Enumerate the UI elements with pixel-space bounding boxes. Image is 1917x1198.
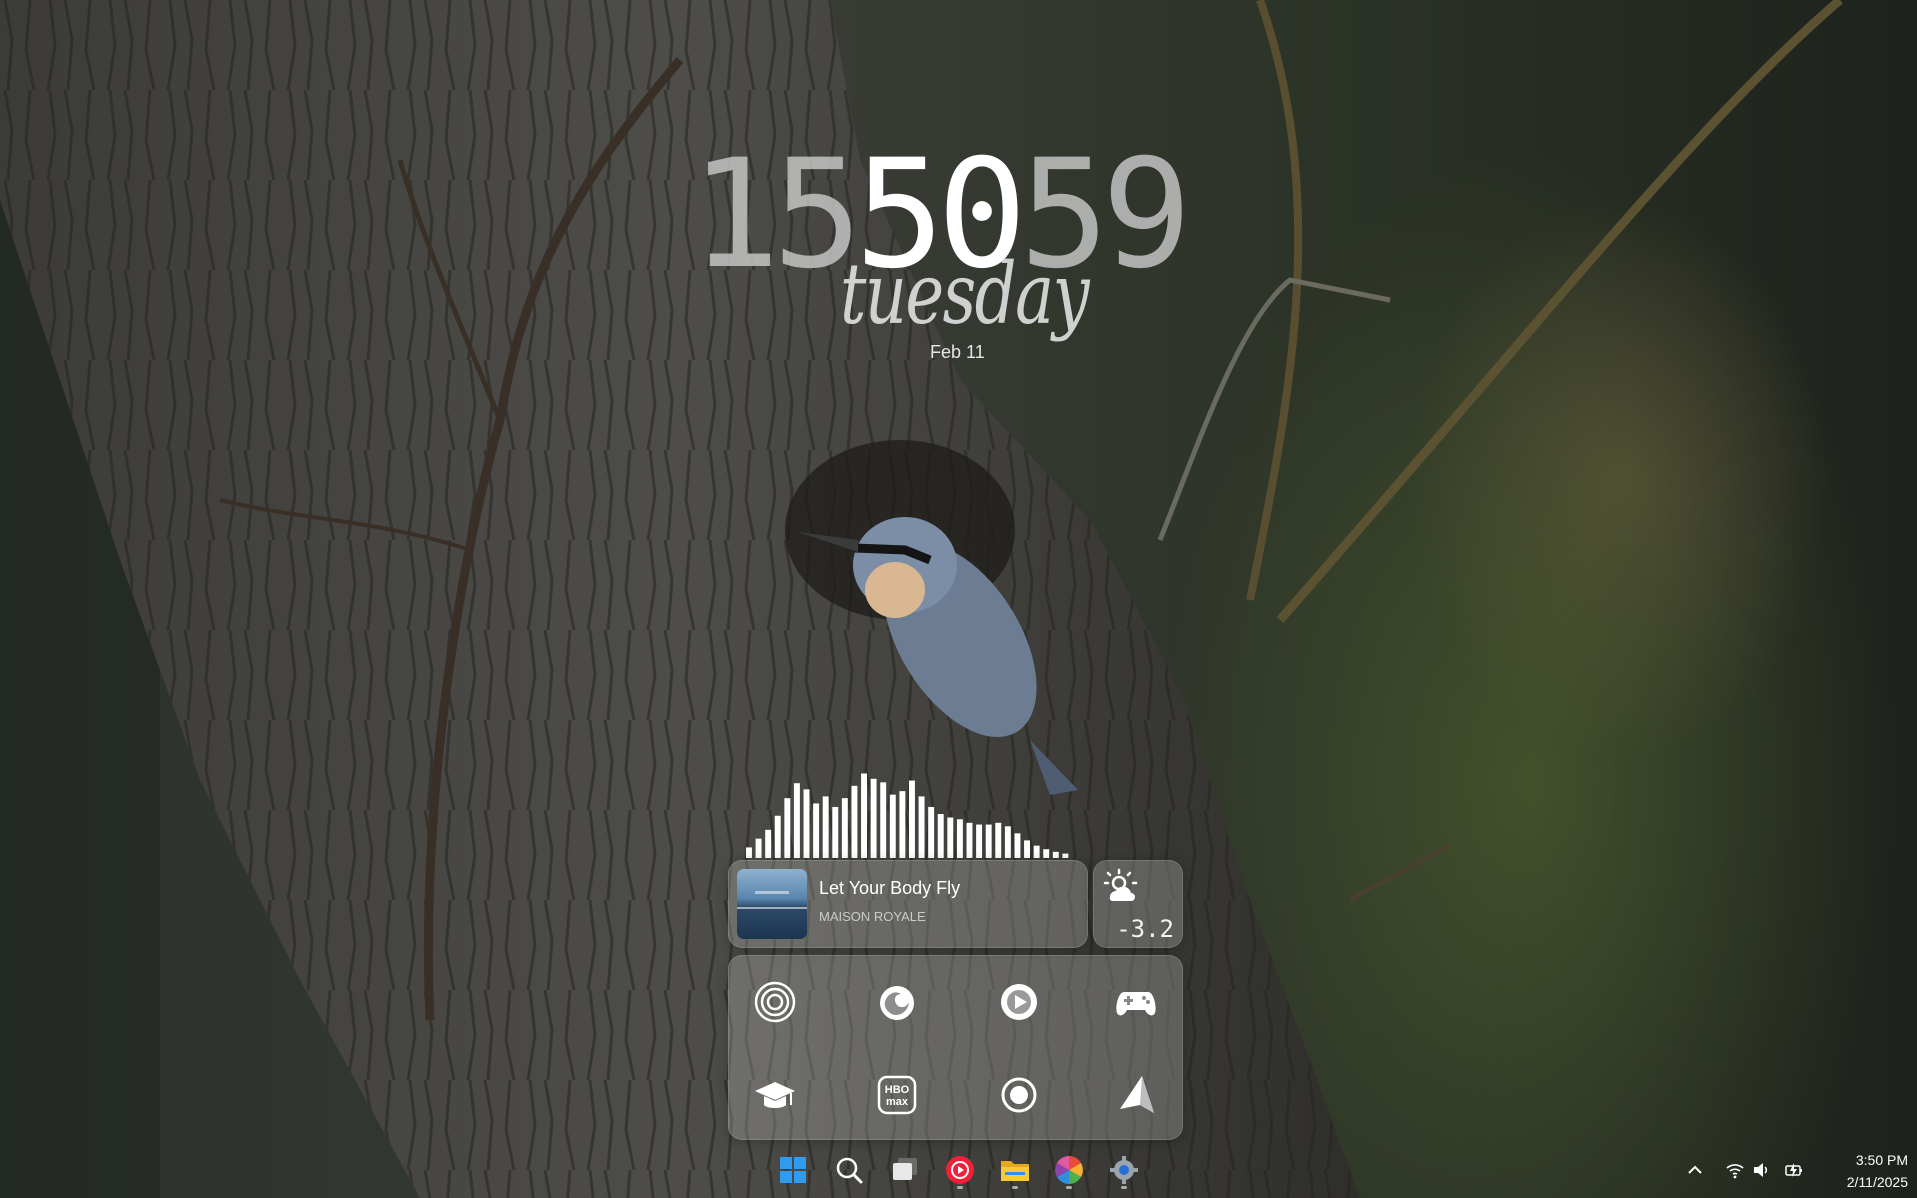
visualizer-bar [803,789,810,858]
gamepad-button[interactable] [1108,974,1164,1030]
visualizer-bar [832,806,839,858]
media-player-widget[interactable]: Let Your Body Fly MAISON ROYALE [728,860,1088,948]
visualizer-bar [928,806,935,858]
taskbar-date: 2/11/2025 [1846,1174,1908,1190]
firefox-button[interactable] [869,974,925,1030]
visualizer-bar [870,778,877,858]
navigation-app-button[interactable] [1108,1067,1164,1123]
temperature-value: -3.2 [1116,915,1174,943]
search-icon [836,1157,863,1184]
weather-widget[interactable]: -3.2 [1093,860,1183,948]
visualizer-bar [765,829,772,858]
app-launcher-widget: HBO max [728,955,1183,1140]
visualizer-bar [793,783,800,858]
circles-app-icon [754,981,796,1023]
task-view-button[interactable] [883,1148,927,1192]
visualizer-bar [909,780,915,858]
media-player-icon [1001,984,1037,1020]
color-wheel-app-icon [1055,1156,1083,1184]
partly-sunny-icon [1103,868,1138,901]
clock-hour: 15 [690,128,863,302]
running-indicator [1066,1186,1072,1189]
visualizer-bar [899,791,906,858]
visualizer-bar [746,847,752,858]
battery-button[interactable] [1782,1158,1806,1182]
sky-go-button[interactable] [991,1067,1047,1123]
firefox-icon [880,986,914,1020]
visualizer-bar [995,822,1002,858]
visualizer-bar [880,782,887,858]
visualizer-bar [1043,849,1050,858]
media-player-button[interactable] [991,974,1047,1030]
visualizer-bar [1062,853,1069,858]
visualizer-bar [1024,840,1030,858]
taskbar-clock[interactable]: 3:50 PM 2/11/2025 [1816,1149,1908,1193]
visualizer-bar [966,822,973,858]
volume-button[interactable] [1749,1158,1773,1182]
visualizer-bar [851,785,858,858]
circles-app-button[interactable] [747,974,803,1030]
track-title: Let Your Body Fly [819,878,961,898]
visualizer-bar [985,824,992,858]
visualizer-bar [822,796,829,858]
file-explorer-button[interactable] [993,1148,1037,1192]
audio-visualizer [746,773,1069,858]
track-artist: MAISON ROYALE [819,909,926,924]
album-art [737,869,807,939]
file-explorer-icon [1001,1161,1029,1181]
visualizer-bar [784,798,791,858]
running-indicator [957,1186,963,1189]
graduation-cap-icon [755,1082,795,1108]
visualizer-bar [841,798,848,858]
windows-start-icon [780,1157,806,1183]
network-button[interactable] [1723,1158,1747,1182]
hbo-max-icon: HBO max [877,1075,917,1115]
youtube-music-icon [946,1156,974,1184]
gamepad-icon [1116,992,1156,1016]
visualizer-bar [947,817,954,858]
task-view-icon [893,1158,917,1180]
start-button[interactable] [771,1148,815,1192]
sky-go-icon [1001,1077,1037,1113]
visualizer-bar [1033,845,1040,858]
hbo-max-button[interactable]: HBO max [869,1067,925,1123]
settings-button[interactable] [1102,1148,1146,1192]
chevron-up-icon [1688,1165,1702,1174]
visualizer-bar [918,796,925,858]
running-indicator [1012,1186,1018,1189]
taskbar-time: 3:50 PM [1855,1152,1908,1168]
search-button[interactable] [827,1148,871,1192]
visualizer-bar [889,794,896,858]
visualizer-bar [813,803,820,858]
hbo-label: HBO [885,1084,910,1096]
hbo-max-label: max [886,1096,909,1108]
show-hidden-icons-button[interactable] [1683,1158,1707,1182]
clock-date: Feb 11 [930,342,985,362]
visualizer-bar [774,815,781,858]
running-indicator [1121,1186,1127,1189]
visualizer-bar [861,773,867,858]
clock-weekday: tuesday [840,245,1090,343]
visualizer-bar [1004,826,1011,858]
visualizer-bar [956,819,963,858]
visualizer-bar [1052,851,1059,858]
color-wheel-app-button[interactable] [1047,1148,1091,1192]
education-app-button[interactable] [747,1067,803,1123]
youtube-music-button[interactable] [938,1148,982,1192]
navigation-arrow-icon [1120,1076,1154,1113]
volume-icon [1754,1163,1768,1177]
visualizer-bar [976,824,983,858]
wifi-icon [1726,1164,1744,1179]
visualizer-bar [1014,833,1021,858]
battery-charging-icon [1785,1163,1802,1177]
settings-gear-icon [1110,1156,1138,1184]
visualizer-bar [755,838,762,858]
visualizer-bar [937,814,944,858]
